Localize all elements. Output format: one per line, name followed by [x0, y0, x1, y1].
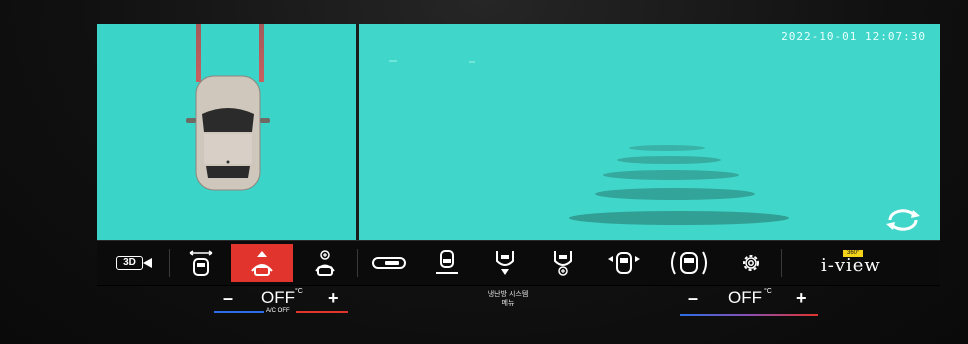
- rear-wide-icon: [496, 251, 514, 275]
- view-3d-icon: 3D: [116, 256, 152, 270]
- left-cool-bar: [214, 311, 264, 313]
- left-temp-decrease[interactable]: –: [223, 288, 233, 309]
- rear-top-button[interactable]: [419, 244, 475, 282]
- view-3d-button[interactable]: 3D: [103, 244, 165, 282]
- front-near-icon: [315, 250, 335, 276]
- car-top-view: [186, 75, 270, 191]
- front-near-button[interactable]: [297, 244, 353, 282]
- separator: [169, 249, 170, 277]
- display-screen: 2022-10-01 12:07:30 3D 360° i-view: [97, 24, 940, 286]
- front-top-button[interactable]: [231, 244, 293, 282]
- right-temp-unit: °C: [764, 288, 772, 295]
- iview-logo: 360° i-view: [815, 246, 905, 280]
- front-top-icon: [251, 251, 273, 276]
- right-temp-decrease[interactable]: –: [688, 288, 698, 309]
- separator: [781, 249, 782, 277]
- rear-near-button[interactable]: [535, 244, 591, 282]
- side-wide-button[interactable]: [593, 244, 655, 282]
- rear-wide-button[interactable]: [477, 244, 533, 282]
- left-temp-increase[interactable]: +: [328, 288, 339, 309]
- settings-button[interactable]: [725, 244, 777, 282]
- around-view-button[interactable]: [657, 244, 721, 282]
- top-view-panel: [97, 24, 356, 240]
- camera-toolbar: 3D 360° i-view: [97, 240, 940, 285]
- right-temp-value: OFF: [728, 288, 762, 307]
- around-view-icon: [671, 251, 707, 275]
- iview-label: i-view: [821, 255, 881, 276]
- ac-off-label: A/C OFF: [266, 308, 290, 314]
- right-temp-increase[interactable]: +: [796, 288, 807, 309]
- climate-menu-label[interactable]: 냉난방 시스템 메뉴: [478, 290, 538, 308]
- side-wide-icon: [608, 252, 640, 274]
- rotate-view-icon[interactable]: [884, 208, 922, 232]
- parking-guide-overlay: [389, 60, 789, 225]
- iview-button[interactable]: 360° i-view: [787, 244, 933, 282]
- left-temp-unit: °C: [295, 288, 303, 295]
- left-temp-value: OFF: [261, 288, 295, 307]
- separator: [357, 249, 358, 277]
- left-warm-bar: [296, 311, 348, 313]
- climate-menu-line1: 냉난방 시스템: [487, 291, 529, 298]
- front-wide-button[interactable]: [173, 244, 229, 282]
- rear-camera-panel: 2022-10-01 12:07:30: [359, 24, 940, 240]
- settings-icon: [743, 255, 759, 271]
- climate-menu-line2: 메뉴: [501, 300, 515, 307]
- rear-near-icon: [554, 251, 572, 276]
- front-wide-icon: [189, 250, 213, 276]
- view-3d-label: 3D: [116, 256, 143, 270]
- rear-top-icon: [436, 250, 458, 274]
- right-gradient-bar: [680, 314, 818, 316]
- side-view-button[interactable]: [361, 244, 417, 282]
- side-view-icon: [372, 257, 406, 269]
